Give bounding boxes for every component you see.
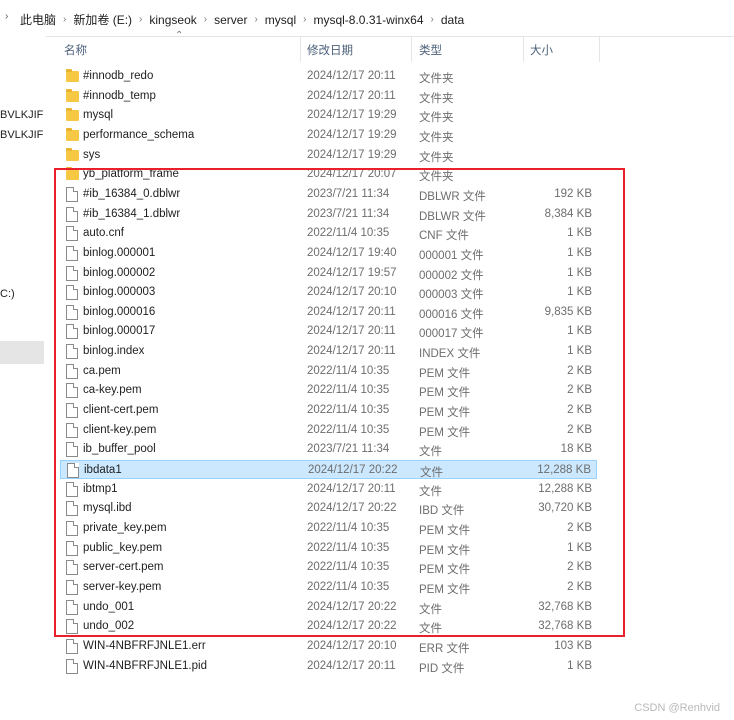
file-name: #innodb_temp [83, 89, 156, 102]
file-name: performance_schema [83, 128, 195, 141]
header-size[interactable]: 大小 [530, 42, 553, 58]
header-date[interactable]: 修改日期 [307, 42, 353, 58]
file-name: WIN-4NBFRFJNLE1.err [83, 639, 206, 652]
modified-date: 2024/12/17 19:29 [307, 128, 397, 141]
folder-row[interactable]: #innodb_temp 2024/12/17 20:11 文件夹 [60, 87, 597, 106]
folder-row[interactable]: mysql 2024/12/17 19:29 文件夹 [60, 106, 597, 125]
chevron-right-icon[interactable]: › [5, 11, 8, 22]
breadcrumb-item[interactable]: 新加卷 (E:) [73, 11, 132, 28]
file-type: PID 文件 [419, 662, 465, 675]
nav-item[interactable]: BVLKJIF [0, 129, 43, 141]
modified-date: 2024/12/17 20:11 [307, 659, 396, 672]
column-divider[interactable] [523, 36, 524, 62]
folder-icon [66, 69, 79, 82]
chevron-right-icon[interactable]: › [139, 14, 142, 25]
modified-date: 2024/12/17 19:29 [307, 148, 397, 161]
file-type: 文件夹 [419, 112, 454, 125]
chevron-right-icon[interactable]: › [303, 14, 306, 25]
column-divider[interactable] [300, 36, 301, 62]
nav-item-selected[interactable] [0, 341, 44, 364]
file-name: mysql [83, 109, 114, 122]
file-type: 文件夹 [419, 73, 454, 85]
folder-icon [66, 127, 79, 141]
modified-date: 2024/12/17 20:10 [307, 639, 397, 652]
sort-ascending-icon: ⌃ [175, 30, 184, 41]
file-name: #innodb_redo [83, 70, 154, 82]
file-icon [66, 658, 78, 674]
header-name[interactable]: 名称 [64, 42, 87, 58]
breadcrumb-item[interactable]: mysql [265, 13, 296, 27]
modified-date: 2024/12/17 20:11 [307, 70, 396, 82]
file-row[interactable]: WIN-4NBFRFJNLE1.err 2024/12/17 20:10 ERR 文… [60, 637, 597, 656]
folder-row[interactable]: #innodb_redo 2024/12/17 20:11 文件夹 [60, 67, 597, 86]
folder-row[interactable]: sys 2024/12/17 19:29 文件夹 [60, 146, 597, 165]
column-headers: ⌃ 名称 修改日期 类型 大小 [56, 30, 600, 62]
folder-icon [66, 108, 79, 122]
modified-date: 2024/12/17 19:29 [307, 109, 397, 122]
breadcrumb: 此电脑 › 新加卷 (E:) › kingseok › server › mysql › mysql… [20, 11, 464, 28]
highlight-box [54, 168, 625, 637]
file-type: 文件夹 [419, 131, 454, 144]
folder-icon [66, 88, 79, 102]
breadcrumb-item[interactable]: data [441, 13, 464, 27]
file-name: WIN-4NBFRFJNLE1.pid [83, 659, 207, 672]
breadcrumb-item[interactable]: 此电脑 [20, 11, 56, 28]
watermark: CSDN @Renhvid [634, 702, 720, 714]
column-divider[interactable] [599, 36, 600, 62]
file-type: ERR 文件 [419, 642, 470, 655]
file-type: 文件夹 [419, 151, 454, 164]
nav-item[interactable]: BVLKJIF [0, 109, 43, 121]
address-bar[interactable]: › 此电脑 › 新加卷 (E:) › kingseok › server › mysql › mys… [0, 0, 734, 37]
header-type[interactable]: 类型 [419, 42, 442, 58]
file-icon [66, 638, 78, 654]
chevron-right-icon[interactable]: › [254, 14, 257, 25]
folder-icon [66, 147, 79, 161]
breadcrumb-item[interactable]: kingseok [149, 13, 196, 27]
file-name: sys [83, 148, 101, 161]
breadcrumb-item[interactable]: server [214, 13, 247, 27]
file-size: 1 KB [567, 659, 592, 672]
file-size: 103 KB [554, 639, 592, 652]
column-divider[interactable] [411, 36, 412, 62]
nav-item[interactable]: C:) [0, 288, 15, 300]
chevron-right-icon[interactable]: › [431, 14, 434, 25]
breadcrumb-item[interactable]: mysql-8.0.31-winx64 [313, 13, 423, 27]
chevron-right-icon[interactable]: › [204, 14, 207, 25]
chevron-right-icon[interactable]: › [63, 14, 66, 25]
folder-row[interactable]: performance_schema 2024/12/17 19:29 文件夹 [60, 126, 597, 145]
file-row[interactable]: WIN-4NBFRFJNLE1.pid 2024/12/17 20:11 PID 文… [60, 657, 597, 676]
navigation-pane: BVLKJIF BVLKJIF C:) [0, 36, 46, 720]
file-type: 文件夹 [419, 92, 454, 105]
modified-date: 2024/12/17 20:11 [307, 89, 396, 102]
